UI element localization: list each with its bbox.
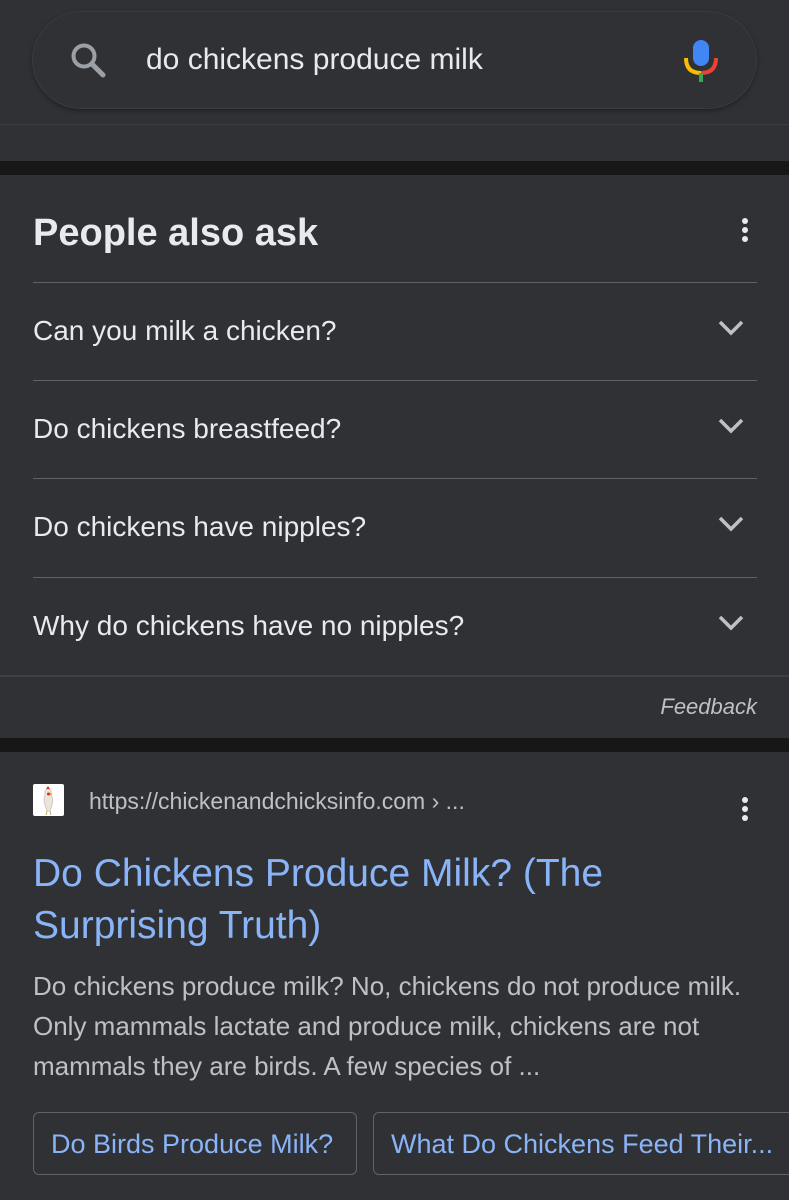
section-separator — [0, 738, 789, 752]
people-also-ask-card: People also ask Can you milk a chicken? … — [0, 175, 789, 738]
paa-question-text: Do chickens breastfeed? — [33, 413, 342, 444]
site-favicon-icon — [33, 784, 64, 816]
sitelink-label: Do Birds Produce Milk? — [51, 1129, 334, 1159]
paa-question[interactable]: Do chickens breastfeed? — [33, 380, 757, 478]
sitelink-chip[interactable]: What Do Chickens Feed Their... — [373, 1112, 789, 1175]
chevron-down-icon[interactable] — [717, 613, 745, 633]
chevron-down-icon[interactable] — [717, 514, 745, 534]
chevron-down-icon[interactable] — [717, 416, 745, 436]
paa-question-text: Do chickens have nipples? — [33, 511, 367, 542]
result-snippet: Do chickens produce milk? No, chickens d… — [33, 971, 742, 1081]
paa-question[interactable]: Do chickens have nipples? — [33, 478, 757, 576]
paa-question-text: Why do chickens have no nipples? — [33, 610, 465, 641]
search-icon[interactable] — [68, 40, 108, 80]
paa-question-text: Can you milk a chicken? — [33, 315, 337, 346]
feedback-link[interactable]: Feedback — [660, 693, 757, 721]
section-separator — [0, 161, 789, 175]
paa-question[interactable]: Why do chickens have no nipples? — [33, 577, 757, 675]
search-bar[interactable]: do chickens produce milk — [33, 12, 756, 108]
people-also-ask-title: People also ask — [33, 212, 319, 254]
search-result: https://chickenandchicksinfo.com › ... D… — [0, 752, 789, 1200]
search-results-page: do chickens produce milk People also ask… — [0, 0, 789, 1200]
result-url[interactable]: https://chickenandchicksinfo.com › ... — [89, 786, 465, 816]
microphone-icon[interactable] — [681, 38, 721, 84]
more-vert-icon[interactable] — [735, 215, 755, 245]
paa-divider — [0, 675, 789, 677]
chevron-down-icon[interactable] — [717, 318, 745, 338]
sitelink-chip[interactable]: Do Birds Produce Milk? — [33, 1112, 357, 1175]
result-title-link[interactable]: Do Chickens Produce Milk? (The Surprisin… — [33, 848, 723, 952]
search-input[interactable]: do chickens produce milk — [146, 41, 483, 79]
paa-question[interactable]: Can you milk a chicken? — [33, 282, 757, 380]
sitelink-label: What Do Chickens Feed Their... — [391, 1129, 774, 1159]
header-tabs-strip — [0, 125, 789, 161]
search-header: do chickens produce milk — [0, 0, 789, 124]
more-vert-icon[interactable] — [735, 794, 755, 824]
